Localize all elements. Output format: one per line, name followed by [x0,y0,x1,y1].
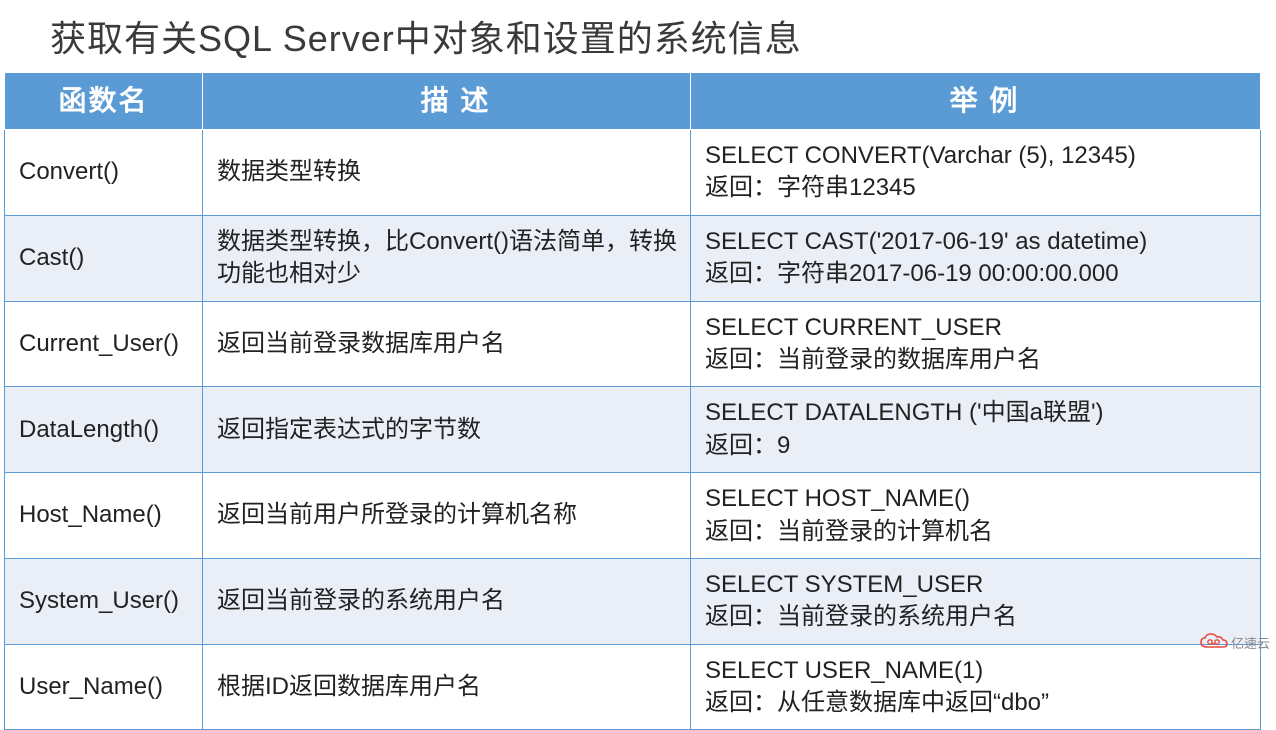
table-row: System_User() 返回当前登录的系统用户名 SELECT SYSTEM… [5,558,1261,644]
header-description: 描 述 [203,73,691,130]
table-row: Current_User() 返回当前登录数据库用户名 SELECT CURRE… [5,301,1261,387]
cell-description: 根据ID返回数据库用户名 [203,644,691,730]
table-row: DataLength() 返回指定表达式的字节数 SELECT DATALENG… [5,387,1261,473]
cell-example: SELECT CURRENT_USER 返回：当前登录的数据库用户名 [691,301,1261,387]
cell-func-name: System_User() [5,558,203,644]
cell-example: SELECT HOST_NAME() 返回：当前登录的计算机名 [691,473,1261,559]
cell-example: SELECT CAST('2017-06-19' as datetime) 返回… [691,215,1261,301]
table-row: Cast() 数据类型转换，比Convert()语法简单，转换功能也相对少 SE… [5,215,1261,301]
cell-func-name: DataLength() [5,387,203,473]
cell-func-name: User_Name() [5,644,203,730]
table-row: Host_Name() 返回当前用户所登录的计算机名称 SELECT HOST_… [5,473,1261,559]
header-function-name: 函数名 [5,73,203,130]
cell-example: SELECT CONVERT(Varchar (5), 12345) 返回：字符… [691,130,1261,216]
table-row: Convert() 数据类型转换 SELECT CONVERT(Varchar … [5,130,1261,216]
cell-example: SELECT DATALENGTH ('中国a联盟') 返回：9 [691,387,1261,473]
table-header-row: 函数名 描 述 举 例 [5,73,1261,130]
header-example: 举 例 [691,73,1261,130]
cell-func-name: Current_User() [5,301,203,387]
brand-logo: 亿速云 [1199,632,1270,652]
cell-description: 返回当前用户所登录的计算机名称 [203,473,691,559]
cell-description: 数据类型转换，比Convert()语法简单，转换功能也相对少 [203,215,691,301]
slide-title: 获取有关SQL Server中对象和设置的系统信息 [0,0,1276,72]
cell-example: SELECT SYSTEM_USER 返回：当前登录的系统用户名 [691,558,1261,644]
table-row: User_Name() 根据ID返回数据库用户名 SELECT USER_NAM… [5,644,1261,730]
cell-func-name: Host_Name() [5,473,203,559]
brand-name: 亿速云 [1231,633,1270,652]
cell-example: SELECT USER_NAME(1) 返回：从任意数据库中返回“dbo” [691,644,1261,730]
cell-description: 返回当前登录数据库用户名 [203,301,691,387]
cell-func-name: Cast() [5,215,203,301]
cloud-icon [1199,632,1229,652]
cell-description: 返回指定表达式的字节数 [203,387,691,473]
cell-description: 数据类型转换 [203,130,691,216]
function-table: 函数名 描 述 举 例 Convert() 数据类型转换 SELECT CONV… [4,72,1261,730]
cell-description: 返回当前登录的系统用户名 [203,558,691,644]
cell-func-name: Convert() [5,130,203,216]
